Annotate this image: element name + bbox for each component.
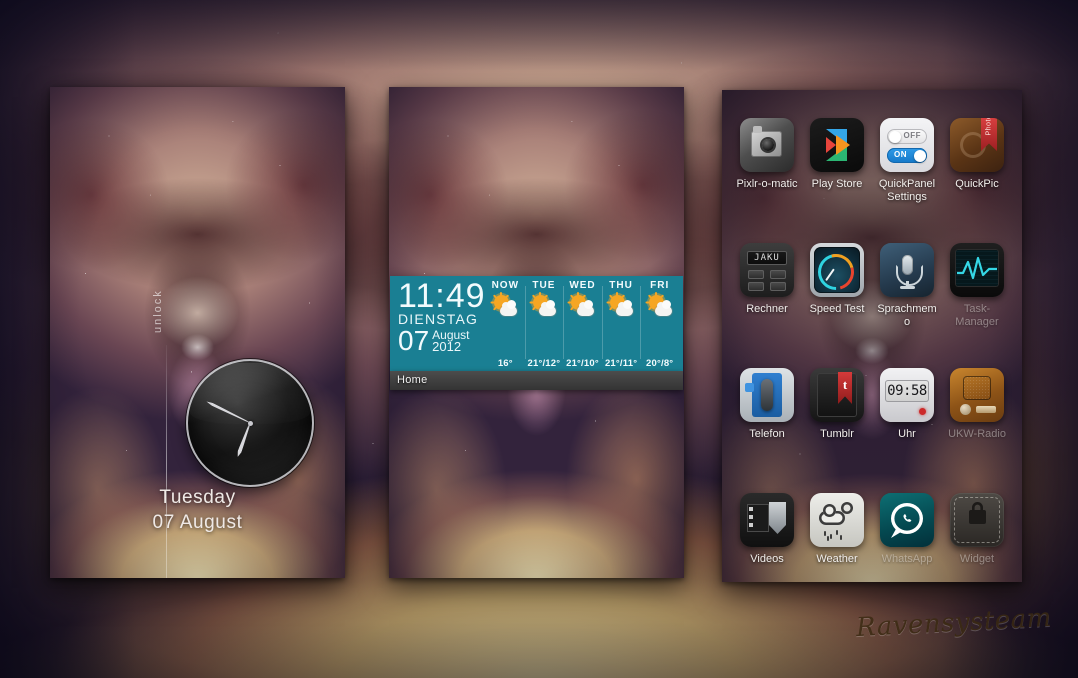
app-icon-weather[interactable]: Weather xyxy=(802,493,872,582)
forecast-column: TUE 21°/12° xyxy=(524,280,564,369)
app-label: QuickPanel Settings xyxy=(878,178,936,203)
app-icon-tumblr[interactable]: t Tumblr xyxy=(802,368,872,493)
analog-clock-icon xyxy=(186,359,314,487)
sun-behind-cloud-icon xyxy=(606,292,634,316)
app-label: Tumblr xyxy=(820,428,854,440)
app-label: QuickPic xyxy=(955,178,999,190)
telephone-icon xyxy=(740,368,794,422)
sun-behind-cloud-icon xyxy=(567,292,595,316)
app-label: Rechner xyxy=(746,303,788,315)
app-icon-task-manager[interactable]: Task-Manager xyxy=(942,243,1012,368)
clock-hour-hand xyxy=(236,422,252,457)
unlock-hint-label: unlock xyxy=(152,289,164,333)
sun-behind-cloud-icon xyxy=(490,292,518,316)
microphone-icon xyxy=(880,243,934,297)
app-label: Play Store xyxy=(811,178,863,190)
lockscreen-date: 07 August xyxy=(152,512,243,533)
app-label: WhatsApp xyxy=(881,553,933,565)
app-icon-uhr[interactable]: 09:58 Uhr xyxy=(872,368,942,493)
app-icon-play-store[interactable]: Play Store xyxy=(802,118,872,243)
app-label: Speed Test xyxy=(809,303,865,315)
camera-icon xyxy=(740,118,794,172)
app-label: Widget xyxy=(959,553,995,565)
app-icon-pixlr-o-matic[interactable]: Pixlr-o-matic xyxy=(732,118,802,243)
widget-month-year: August 2012 xyxy=(429,327,469,353)
forecast-day-label: FRI xyxy=(650,280,670,291)
toggle-switches-icon: OFF ON xyxy=(880,118,934,172)
forecast-temperature: 16° xyxy=(497,358,513,369)
app-icon-whatsapp[interactable]: WhatsApp xyxy=(872,493,942,582)
forecast-temperature: 21°/12° xyxy=(527,358,561,369)
weather-forecast-row: NOW 16° TUE 21°/12° WED 21°/10° THU 21°/11° FRI 2… xyxy=(484,276,683,371)
lockscreen-weekday: Tuesday xyxy=(159,487,236,508)
play-store-icon xyxy=(810,118,864,172)
whatsapp-icon xyxy=(880,493,934,547)
sun-behind-cloud-icon xyxy=(529,292,556,316)
app-label: Videos xyxy=(750,553,784,565)
speedometer-icon xyxy=(810,243,864,297)
app-icon-sprachmemo[interactable]: Sprachmemo xyxy=(872,243,942,368)
app-icon-videos[interactable]: Videos xyxy=(732,493,802,582)
film-reel-icon xyxy=(740,493,794,547)
waveform-monitor-icon xyxy=(950,243,1004,297)
lockscreen-date-block: Tuesday 07 August xyxy=(50,485,345,535)
dock-label: Home xyxy=(397,374,428,386)
wallpaper-showcase: unlock Tuesday 07 August 11:49 DIENSTAG … xyxy=(0,0,1078,678)
forecast-day-label: THU xyxy=(609,280,633,291)
app-icon-ukw-radio[interactable]: UKW-Radio xyxy=(942,368,1012,493)
app-label: Sprachmemo xyxy=(877,303,937,328)
rain-cloud-sun-icon xyxy=(810,493,864,547)
phone-screen-app-drawer[interactable]: Pixlr-o-matic Play Store OFF ON QuickPanel S… xyxy=(722,90,1022,582)
calculator-icon: JAKU xyxy=(740,243,794,297)
widget-year: 2012 xyxy=(432,339,462,354)
homescreen-dock-bar[interactable]: Home xyxy=(390,371,683,390)
forecast-column: THU 21°/11° xyxy=(601,280,641,369)
widget-clock-date-block: 11:49 DIENSTAG 07 August 2012 xyxy=(390,276,486,371)
forecast-day-label: TUE xyxy=(532,280,556,291)
photo-ribbon-icon: Photo xyxy=(950,118,1004,172)
forecast-temperature: 21°/11° xyxy=(604,358,638,369)
forecast-temperature: 20°/8° xyxy=(646,358,674,369)
app-label: Uhr xyxy=(898,428,916,440)
forecast-column: NOW 16° xyxy=(486,280,525,369)
forecast-day-label: NOW xyxy=(491,280,520,291)
app-icon-rechner[interactable]: JAKU Rechner xyxy=(732,243,802,368)
forecast-day-label: WED xyxy=(569,280,596,291)
app-icon-quickpanel-settings[interactable]: OFF ON QuickPanel Settings xyxy=(872,118,942,243)
app-icon-quickpic[interactable]: Photo QuickPic xyxy=(942,118,1012,243)
widget-time: 11:49 xyxy=(398,277,486,315)
app-icon-telefon[interactable]: Telefon xyxy=(732,368,802,493)
widget-date-row: 07 August 2012 xyxy=(398,325,484,356)
app-grid: Pixlr-o-matic Play Store OFF ON QuickPanel S… xyxy=(722,90,1022,582)
unlock-slider-track[interactable] xyxy=(166,345,167,578)
app-label: Weather xyxy=(816,553,858,565)
app-label: Pixlr-o-matic xyxy=(736,178,798,190)
widget-day-number: 07 xyxy=(398,325,430,356)
forecast-column: WED 21°/10° xyxy=(563,280,602,369)
clock-weather-widget[interactable]: 11:49 DIENSTAG 07 August 2012 NOW 16° TUE 2… xyxy=(390,276,683,371)
sun-behind-cloud-icon xyxy=(645,292,672,316)
forecast-temperature: 21°/10° xyxy=(566,358,599,369)
app-label: Task-Manager xyxy=(955,303,999,328)
padlock-icon xyxy=(950,493,1004,547)
tumblr-icon: t xyxy=(810,368,864,422)
radio-icon xyxy=(950,368,1004,422)
phone-screen-homescreen[interactable]: 11:49 DIENSTAG 07 August 2012 NOW 16° TUE 2… xyxy=(389,87,684,578)
phone-screen-lockscreen[interactable]: unlock Tuesday 07 August xyxy=(50,87,345,578)
clock-center-pin xyxy=(247,420,253,426)
app-label: UKW-Radio xyxy=(948,428,1006,440)
app-label: Telefon xyxy=(749,428,785,440)
forecast-column: FRI 20°/8° xyxy=(640,280,679,369)
app-icon-widget[interactable]: Widget xyxy=(942,493,1012,582)
digital-clock-icon: 09:58 xyxy=(880,368,934,422)
app-icon-speed-test[interactable]: Speed Test xyxy=(802,243,872,368)
